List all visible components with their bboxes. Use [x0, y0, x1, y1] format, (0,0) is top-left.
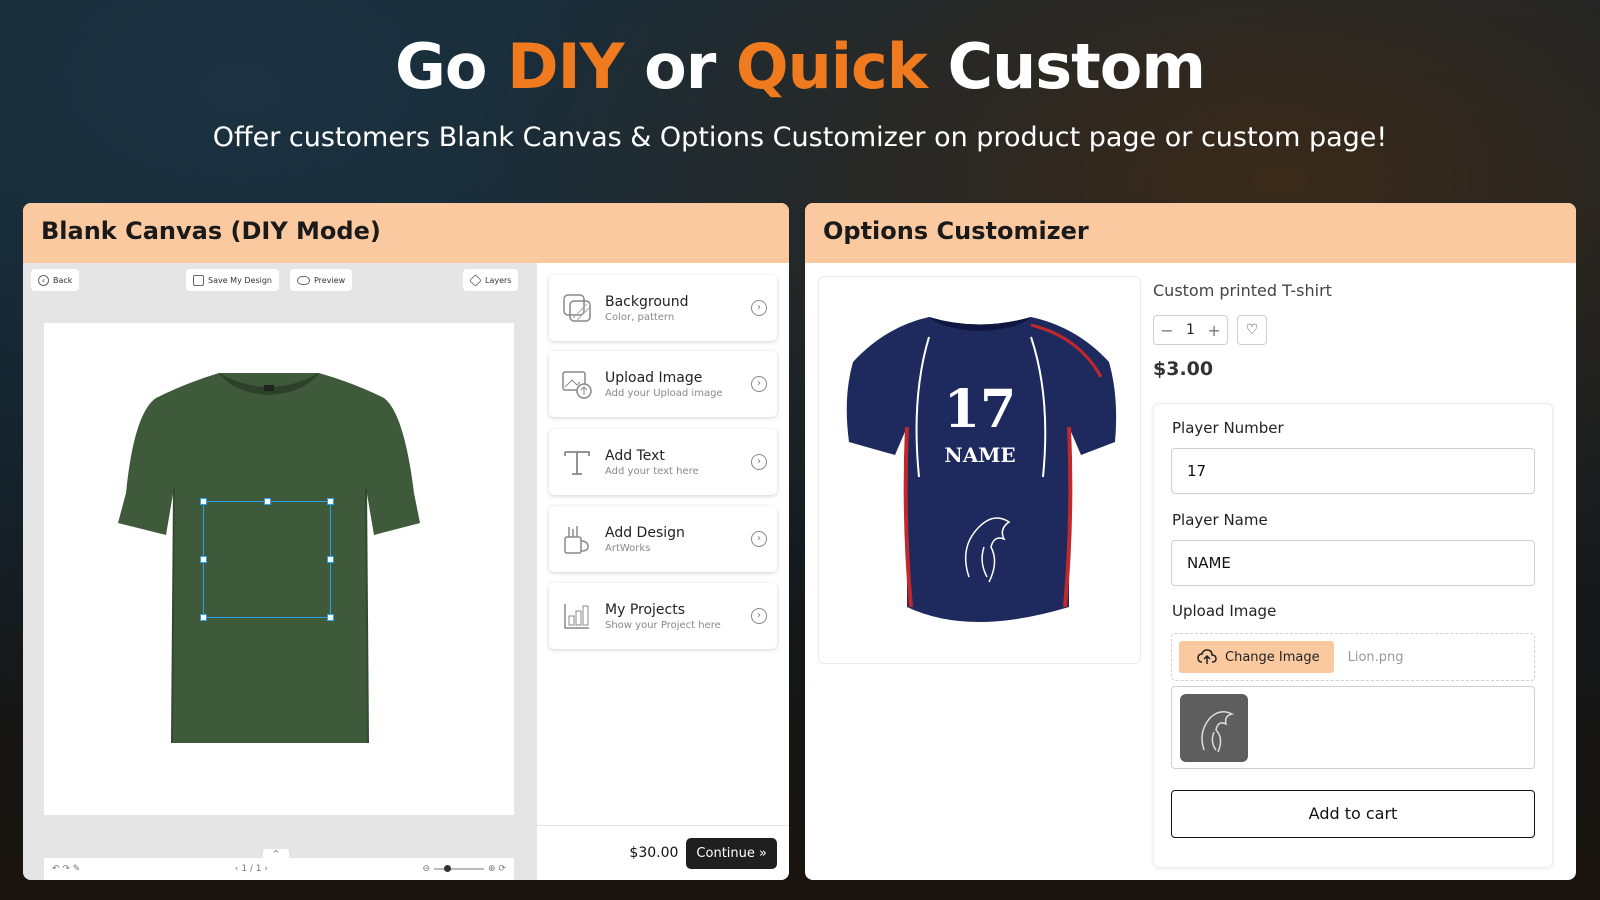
zoom-slider[interactable]: [434, 864, 485, 872]
hero-title-part: or: [623, 30, 736, 103]
tool-title: Background: [605, 293, 689, 310]
upload-preview: [1171, 686, 1535, 769]
back-button[interactable]: ‹ Back: [31, 269, 80, 291]
tool-title: Upload Image: [605, 369, 703, 386]
hero-title-accent-diy: DIY: [507, 30, 624, 103]
tool-subtitle: Show your Project here: [605, 619, 721, 631]
product-image: 17 NAME: [818, 276, 1141, 664]
background-icon: [559, 290, 595, 326]
chevron-right-icon: ›: [751, 531, 767, 547]
undo-redo-controls[interactable]: ↶ ↷ ✎: [52, 864, 80, 874]
tool-title: Add Design: [605, 524, 685, 541]
preview-label: Preview: [314, 275, 346, 285]
plus-icon[interactable]: +: [1207, 321, 1220, 340]
hero-title-accent-quick: Quick: [735, 30, 928, 103]
chevron-right-icon: ›: [751, 376, 767, 392]
tool-subtitle: ArtWorks: [605, 542, 651, 554]
back-label: Back: [53, 275, 73, 285]
tools-sidebar: Background Color, pattern › Upload Image A…: [537, 263, 789, 880]
layers-icon: [469, 273, 482, 287]
print-area-selection[interactable]: [200, 498, 334, 621]
save-label: Save My Design: [208, 275, 272, 285]
chevron-right-icon: ›: [751, 454, 767, 470]
add-to-cart-button[interactable]: Add to cart: [1171, 790, 1535, 838]
heart-icon[interactable]: ♡: [1237, 315, 1267, 345]
design-canvas[interactable]: [44, 323, 514, 815]
back-arrow-icon: ‹: [38, 274, 49, 286]
checkout-bar: $30.00 Continue »: [537, 825, 789, 880]
player-name-label: Player Name: [1172, 511, 1268, 529]
preview-button[interactable]: Preview: [290, 269, 353, 291]
layers-label: Layers: [485, 275, 512, 285]
hero-title-part: Go: [395, 30, 508, 103]
tool-subtitle: Add your Upload image: [605, 387, 723, 399]
chevron-right-icon: ›: [751, 608, 767, 624]
tool-subtitle: Color, pattern: [605, 311, 675, 323]
tool-my-projects[interactable]: My Projects Show your Project here ›: [549, 583, 777, 649]
product-price: $3.00: [1153, 358, 1214, 380]
tool-add-design[interactable]: Add Design ArtWorks ›: [549, 506, 777, 572]
editor-footer: ↶ ↷ ✎ ‹ 1 / 1 › ⊖ ⊕ ⟳: [44, 858, 514, 880]
tool-title: My Projects: [605, 601, 686, 618]
hero-title-part: Custom: [926, 30, 1206, 103]
options-customizer-panel: Options Customizer 17 NAME Custom printe…: [805, 203, 1576, 880]
double-chevron-right-icon: »: [759, 845, 767, 861]
text-icon: [559, 444, 595, 480]
tool-title: Add Text: [605, 447, 665, 464]
panel-title: Blank Canvas (DIY Mode): [23, 203, 789, 263]
panel-title: Options Customizer: [805, 203, 1576, 263]
tool-subtitle: Add your text here: [605, 465, 699, 477]
tool-add-text[interactable]: Add Text Add your text here ›: [549, 429, 777, 495]
player-number-input[interactable]: 17: [1171, 448, 1535, 494]
hero-title: Go DIY or Quick Custom: [0, 30, 1600, 103]
page-number: 1 / 1: [241, 864, 262, 874]
quantity-value: 1: [1186, 322, 1195, 338]
upload-field: Change Image Lion.png: [1171, 633, 1535, 681]
jersey-mockup: 17 NAME: [846, 317, 1117, 622]
tool-background[interactable]: Background Color, pattern ›: [549, 275, 777, 341]
blank-canvas-panel: Blank Canvas (DIY Mode) ‹ Back Save My D…: [23, 203, 789, 880]
jersey-name: NAME: [944, 443, 1015, 467]
options-form: Player Number 17 Player Name NAME Upload…: [1153, 403, 1553, 868]
quantity-stepper[interactable]: − 1 +: [1153, 315, 1228, 345]
uploaded-file-name: Lion.png: [1347, 649, 1404, 665]
cloud-upload-icon: [1197, 649, 1217, 664]
save-icon: [193, 274, 204, 286]
change-image-label: Change Image: [1225, 649, 1320, 665]
upload-image-label: Upload Image: [1172, 602, 1277, 620]
jersey-number: 17: [944, 379, 1016, 440]
save-design-button[interactable]: Save My Design: [186, 269, 279, 291]
change-image-button[interactable]: Change Image: [1179, 641, 1334, 673]
product-title: Custom printed T-shirt: [1153, 281, 1332, 300]
design-icon: [559, 521, 595, 557]
lion-image: [1201, 711, 1235, 753]
upload-image-icon: [559, 366, 595, 402]
zoom-controls[interactable]: ⊖ ⊕ ⟳: [422, 864, 506, 874]
hero-subtitle: Offer customers Blank Canvas & Options C…: [212, 122, 1388, 153]
minus-icon[interactable]: −: [1160, 321, 1173, 340]
uploaded-image-thumbnail[interactable]: [1180, 694, 1248, 762]
projects-icon: [559, 598, 595, 634]
continue-button[interactable]: Continue »: [686, 837, 777, 869]
continue-label: Continue: [696, 845, 755, 861]
total-price: $30.00: [629, 845, 679, 861]
layers-button[interactable]: Layers: [463, 269, 519, 291]
chevron-right-icon: ›: [751, 300, 767, 316]
eye-icon: [297, 275, 310, 285]
design-editor: ‹ Back Save My Design Preview Layers ^ ↶…: [23, 263, 537, 880]
player-number-label: Player Number: [1172, 419, 1284, 437]
tool-upload-image[interactable]: Upload Image Add your Upload image ›: [549, 351, 777, 417]
page-indicator[interactable]: ‹ 1 / 1 ›: [235, 864, 268, 874]
player-name-input[interactable]: NAME: [1171, 540, 1535, 586]
